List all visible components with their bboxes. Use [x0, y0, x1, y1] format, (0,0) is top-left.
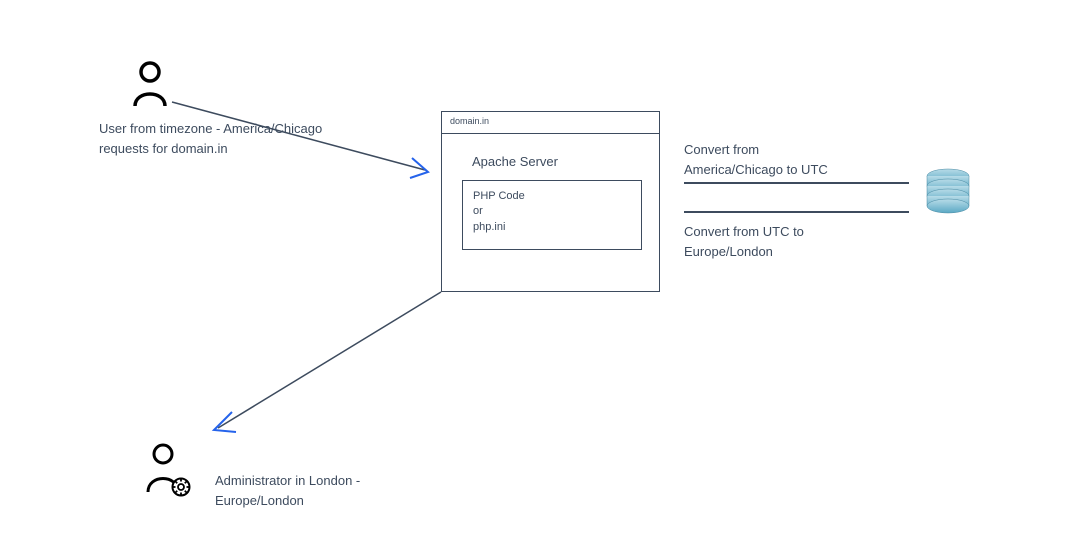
database-icon — [922, 166, 974, 218]
hline-bottom — [684, 211, 909, 213]
admin-icon — [143, 442, 191, 498]
convert2-label: Convert from UTC to Europe/London — [684, 222, 804, 261]
admin-label: Administrator in London - Europe/London — [215, 471, 360, 510]
hline-top — [684, 182, 909, 184]
convert1-label: Convert from America/Chicago to UTC — [684, 140, 828, 179]
